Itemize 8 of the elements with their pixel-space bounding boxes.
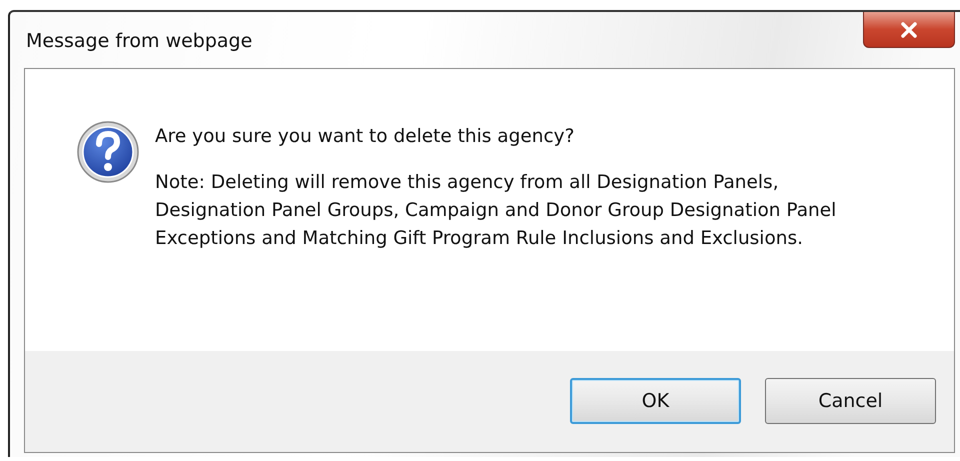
close-icon xyxy=(900,22,918,38)
note-text: Note: Deleting will remove this agency from all Designation Panels, Designation Panel Groups, Campaign and Donor Group Designation Panel Exceptions and Matching Gift Program Rule Inclusions and Exclusions. xyxy=(155,171,838,251)
ok-button[interactable]: OK xyxy=(570,378,741,424)
cancel-button[interactable]: Cancel xyxy=(765,378,936,424)
question-text: Are you sure you want to delete this agency? xyxy=(155,126,576,147)
close-button[interactable] xyxy=(863,12,955,48)
question-icon xyxy=(76,120,140,184)
window-title: Message from webpage xyxy=(26,30,252,52)
